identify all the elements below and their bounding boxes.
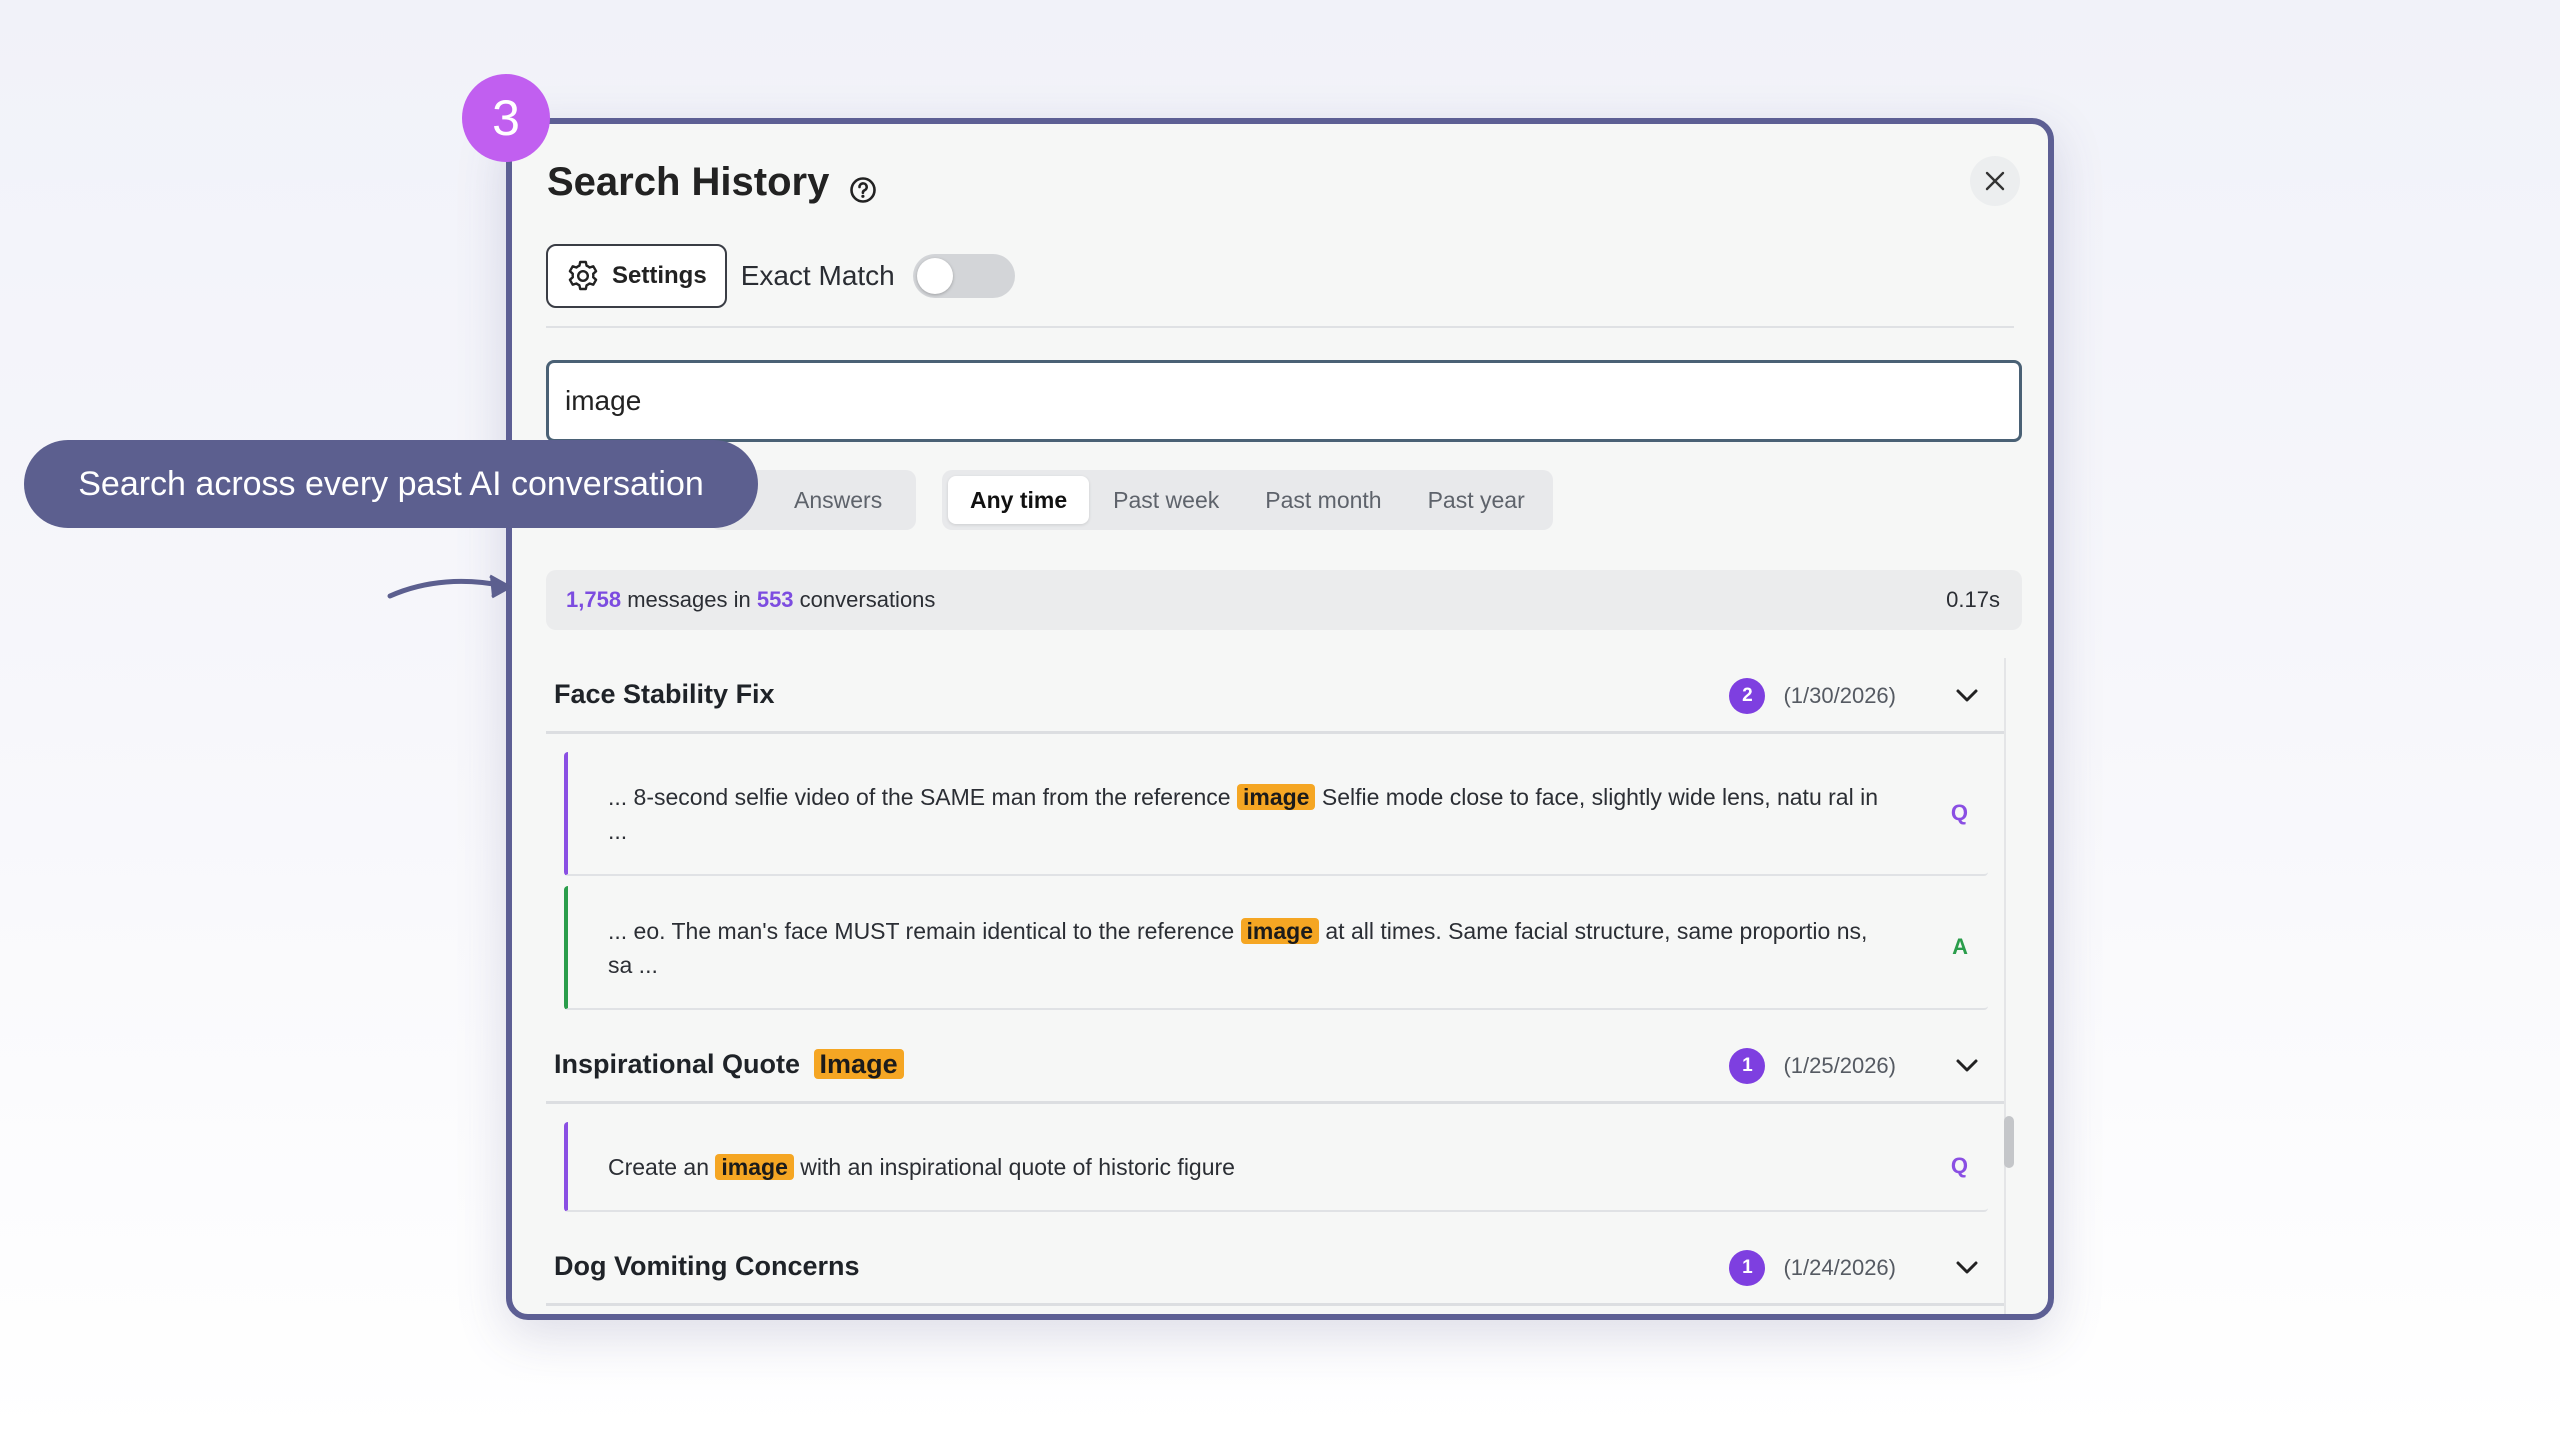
match-count-badge: 2 bbox=[1729, 678, 1766, 714]
answer-role-label: A bbox=[1952, 934, 1968, 959]
conversation-title: Dog Vomiting Concerns bbox=[554, 1251, 860, 1281]
match-count-badge: 1 bbox=[1729, 1250, 1766, 1286]
conversation-title: Face Stability Fix bbox=[554, 679, 775, 709]
settings-label: Settings bbox=[612, 262, 707, 289]
feature-callout: Search across every past AI conversation bbox=[24, 440, 758, 528]
title-match-highlight: Image bbox=[813, 1049, 904, 1079]
toggle-knob bbox=[916, 258, 953, 294]
match-highlight: image bbox=[715, 1154, 794, 1180]
tab-answers[interactable]: Answers bbox=[770, 487, 906, 514]
conversation-date: (1/30/2026) bbox=[1783, 683, 1896, 708]
conversation-group: Dog Vomiting Concerns 1 (1/24/2026) bbox=[546, 1230, 2006, 1306]
search-time: 0.17s bbox=[1946, 587, 2000, 612]
step-number-badge: 3 bbox=[462, 74, 550, 162]
results-list[interactable]: Face Stability Fix 2 (1/30/2026) ... 8-s… bbox=[546, 658, 2006, 1314]
chevron-down-icon[interactable] bbox=[1952, 681, 1982, 711]
tab-past-week[interactable]: Past week bbox=[1091, 476, 1241, 524]
message-snippet[interactable]: Create an image with an inspirational qu… bbox=[564, 1122, 1988, 1212]
question-role-label: Q bbox=[1950, 800, 1968, 825]
message-count: 1,758 bbox=[566, 587, 622, 612]
conversation-meta: 1 (1/24/2026) bbox=[1729, 1230, 1982, 1306]
conversation-header[interactable]: Face Stability Fix 2 (1/30/2026) bbox=[546, 658, 2006, 734]
search-input[interactable] bbox=[546, 360, 2022, 442]
callout-arrow-icon bbox=[387, 574, 512, 599]
chevron-down-icon[interactable] bbox=[1952, 1051, 1982, 1081]
snippet-text-before: Create an bbox=[608, 1154, 716, 1180]
time-range-filter: Any time Past week Past month Past year bbox=[942, 470, 1553, 530]
conversation-header[interactable]: Dog Vomiting Concerns 1 (1/24/2026) bbox=[546, 1230, 2006, 1306]
close-button[interactable] bbox=[1970, 156, 2020, 206]
settings-button[interactable]: Settings bbox=[546, 244, 727, 308]
conversation-date: (1/24/2026) bbox=[1783, 1255, 1896, 1280]
conversation-group: Inspirational Quote Image 1 (1/25/2026) … bbox=[546, 1028, 2006, 1212]
message-snippet[interactable]: ... eo. The man's face MUST remain ident… bbox=[564, 886, 1988, 1010]
tab-past-year[interactable]: Past year bbox=[1406, 476, 1547, 524]
exact-match-label: Exact Match bbox=[740, 260, 895, 291]
results-stats: 1,758 messages in 553 conversations 0.17… bbox=[546, 570, 2022, 630]
conversation-count: 553 bbox=[756, 587, 794, 612]
conversation-date: (1/25/2026) bbox=[1783, 1053, 1896, 1078]
tab-past-month[interactable]: Past month bbox=[1243, 476, 1403, 524]
snippet-text-before: ... 8-second selfie video of the SAME ma… bbox=[608, 784, 1237, 810]
match-count-badge: 1 bbox=[1729, 1048, 1766, 1084]
help-icon[interactable] bbox=[849, 169, 877, 203]
scrollbar-track[interactable] bbox=[2004, 658, 2006, 1314]
snippet-text-after: with an inspirational quote of historic … bbox=[793, 1154, 1235, 1180]
search-options-toolbar: Settings Exact Match bbox=[546, 244, 1015, 308]
conversation-header[interactable]: Inspirational Quote Image 1 (1/25/2026) bbox=[546, 1028, 2006, 1104]
toolbar-divider bbox=[546, 326, 2014, 328]
snippet-text-before: ... eo. The man's face MUST remain ident… bbox=[608, 918, 1241, 944]
messages-in-label: messages in bbox=[627, 587, 751, 612]
chevron-down-icon[interactable] bbox=[1952, 1253, 1982, 1283]
message-snippet[interactable]: ... 8-second selfie video of the SAME ma… bbox=[564, 752, 1988, 876]
scrollbar-thumb[interactable] bbox=[2004, 1116, 2014, 1168]
conversation-title-text: Inspirational Quote bbox=[554, 1049, 801, 1079]
conversation-meta: 1 (1/25/2026) bbox=[1729, 1028, 1982, 1104]
conversation-meta: 2 (1/30/2026) bbox=[1729, 658, 1982, 734]
match-highlight: image bbox=[1240, 918, 1319, 944]
conversation-title: Inspirational Quote Image bbox=[554, 1049, 904, 1080]
search-history-modal: Search History Settings Exact Match Answ… bbox=[506, 118, 2054, 1320]
question-role-label: Q bbox=[1950, 1153, 1968, 1178]
conversation-group: Face Stability Fix 2 (1/30/2026) ... 8-s… bbox=[546, 658, 2006, 1010]
close-icon bbox=[1985, 171, 2005, 191]
gear-icon bbox=[568, 260, 598, 291]
stats-summary: 1,758 messages in 553 conversations bbox=[566, 587, 935, 613]
tab-any-time[interactable]: Any time bbox=[948, 476, 1090, 524]
match-highlight: image bbox=[1236, 784, 1316, 810]
modal-header: Search History bbox=[547, 160, 877, 205]
modal-title: Search History bbox=[547, 160, 830, 204]
exact-match-toggle[interactable] bbox=[912, 254, 1015, 298]
conversations-label: conversations bbox=[799, 587, 936, 612]
